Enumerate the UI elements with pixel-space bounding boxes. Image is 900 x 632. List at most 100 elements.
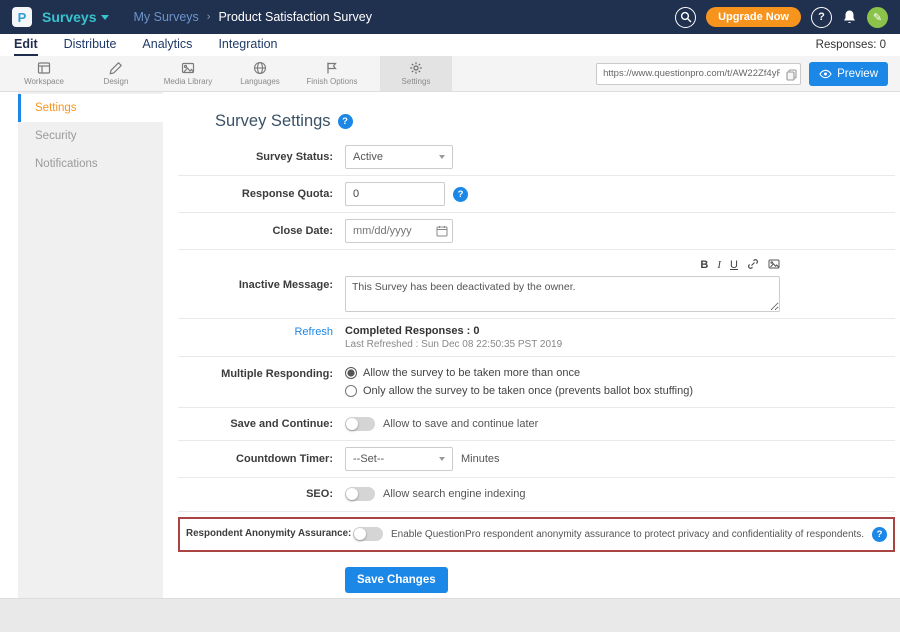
breadcrumb-my-surveys[interactable]: My Surveys [133,10,198,24]
anonymity-description: Enable QuestionPro respondent anonymity … [391,529,864,540]
image-icon [181,61,195,75]
radio-allow-multiple-input[interactable] [345,367,357,379]
page-body: Settings Security Notifications Survey S… [0,92,900,598]
preview-label: Preview [837,68,878,80]
survey-url-input[interactable] [596,63,801,85]
survey-status-value: Active [353,151,383,163]
page-title: Survey Settings [215,112,331,131]
survey-url-box [596,63,801,85]
multiple-responding-label: Multiple Responding: [178,367,345,381]
survey-status-row: Survey Status: Active [178,139,895,176]
seo-row: SEO: Allow search engine indexing [178,478,895,511]
sidebar-item-security[interactable]: Security [18,122,163,150]
italic-button[interactable]: I [717,260,721,271]
radio-allow-once-input[interactable] [345,385,357,397]
save-continue-toggle[interactable] [345,417,375,431]
eye-icon [819,69,832,79]
main-tabbar: Edit Distribute Analytics Integration Re… [0,34,900,56]
chevron-down-icon [439,155,445,159]
sidebar-panel: Settings Security Notifications [18,92,163,598]
tab-analytics[interactable]: Analytics [142,37,192,56]
save-changes-button[interactable]: Save Changes [345,567,448,593]
countdown-timer-suffix: Minutes [461,453,500,465]
settings-content: Survey Settings ? Survey Status: Active … [163,92,900,598]
multiple-responding-row: Multiple Responding: Allow the survey to… [178,357,895,408]
breadcrumb: My Surveys › Product Satisfaction Survey [133,10,372,24]
chevron-down-icon [439,457,445,461]
notifications-bell-icon[interactable] [842,9,857,25]
save-continue-description: Allow to save and continue later [383,418,538,430]
edit-toolbar: Workspace Design Media Library Languages… [0,56,900,92]
toolbar-item-design[interactable]: Design [80,56,152,91]
anonymity-highlight-box: Respondent Anonymity Assurance: Enable Q… [178,517,895,552]
workspace-icon [37,61,51,75]
link-icon[interactable] [747,258,759,273]
toolbar-item-label: Settings [402,77,431,86]
upgrade-now-button[interactable]: Upgrade Now [706,7,801,27]
response-quota-help-icon[interactable]: ? [453,187,468,202]
close-date-label: Close Date: [178,224,345,238]
seo-label: SEO: [178,487,345,501]
sidebar-item-settings[interactable]: Settings [18,94,163,122]
breadcrumb-separator: › [207,11,211,23]
response-quota-input[interactable] [345,182,445,206]
toolbar-item-workspace[interactable]: Workspace [8,56,80,91]
calendar-icon[interactable] [436,225,448,240]
refresh-link[interactable]: Refresh [294,326,333,338]
gear-icon [409,61,423,75]
copy-url-icon[interactable] [786,68,797,86]
topbar-actions: Upgrade Now ? ✎ [675,7,888,28]
radio-allow-multiple-label: Allow the survey to be taken more than o… [363,367,580,379]
refresh-label-cell: Refresh [178,325,345,339]
toolbar-item-finish-options[interactable]: Finish Options [296,56,368,91]
survey-status-select[interactable]: Active [345,145,453,169]
anonymity-label: Respondent Anonymity Assurance: [186,528,353,541]
inactive-message-row: Inactive Message: B I U [178,250,895,319]
toolbar-item-label: Finish Options [306,77,357,86]
bold-button[interactable]: B [700,260,708,271]
toolbar-item-label: Design [104,77,129,86]
seo-toggle[interactable] [345,487,375,501]
toolbar-item-label: Media Library [164,77,212,86]
inactive-message-textarea[interactable]: This Survey has been deactivated by the … [345,276,780,312]
top-navbar: P Surveys My Surveys › Product Satisfact… [0,0,900,34]
response-quota-row: Response Quota: ? [178,176,895,213]
help-icon[interactable]: ? [811,7,832,28]
countdown-timer-label: Countdown Timer: [178,452,345,466]
toolbar-item-media-library[interactable]: Media Library [152,56,224,91]
toolbar-item-languages[interactable]: Languages [224,56,296,91]
underline-button[interactable]: U [730,260,738,271]
anonymity-toggle[interactable] [353,527,383,541]
save-continue-label: Save and Continue: [178,417,345,431]
refresh-row: Refresh Completed Responses : 0 Last Ref… [178,319,895,357]
toolbar-item-settings[interactable]: Settings [380,56,452,91]
anonymity-help-icon[interactable]: ? [872,527,887,542]
feedback-pencil-icon[interactable]: ✎ [867,7,888,28]
tab-distribute[interactable]: Distribute [64,37,117,56]
inactive-message-label: Inactive Message: [178,258,345,292]
surveys-product-dropdown[interactable]: Surveys [42,9,109,25]
search-icon[interactable] [675,7,696,28]
settings-sidebar: Settings Security Notifications [0,92,163,598]
countdown-timer-row: Countdown Timer: --Set-- Minutes [178,441,895,478]
toolbar-right-group: Preview [596,56,900,91]
responses-count: Responses: 0 [816,39,886,51]
close-date-row: Close Date: [178,213,895,250]
title-row: Survey Settings ? [215,112,895,131]
globe-icon [253,61,267,75]
preview-button[interactable]: Preview [809,62,888,86]
radio-allow-once[interactable]: Only allow the survey to be taken once (… [345,385,693,397]
breadcrumb-current-survey: Product Satisfaction Survey [218,10,372,24]
countdown-timer-select[interactable]: --Set-- [345,447,453,471]
chevron-down-icon [101,15,109,20]
survey-status-label: Survey Status: [178,150,345,164]
save-continue-row: Save and Continue: Allow to save and con… [178,408,895,441]
insert-image-icon[interactable] [768,258,780,273]
radio-allow-multiple[interactable]: Allow the survey to be taken more than o… [345,367,580,379]
countdown-timer-value: --Set-- [353,453,384,465]
save-row: Save Changes [178,557,895,605]
tab-integration[interactable]: Integration [218,37,277,56]
tab-edit[interactable]: Edit [14,37,38,56]
sidebar-item-notifications[interactable]: Notifications [18,150,163,178]
survey-settings-help-icon[interactable]: ? [338,114,353,129]
